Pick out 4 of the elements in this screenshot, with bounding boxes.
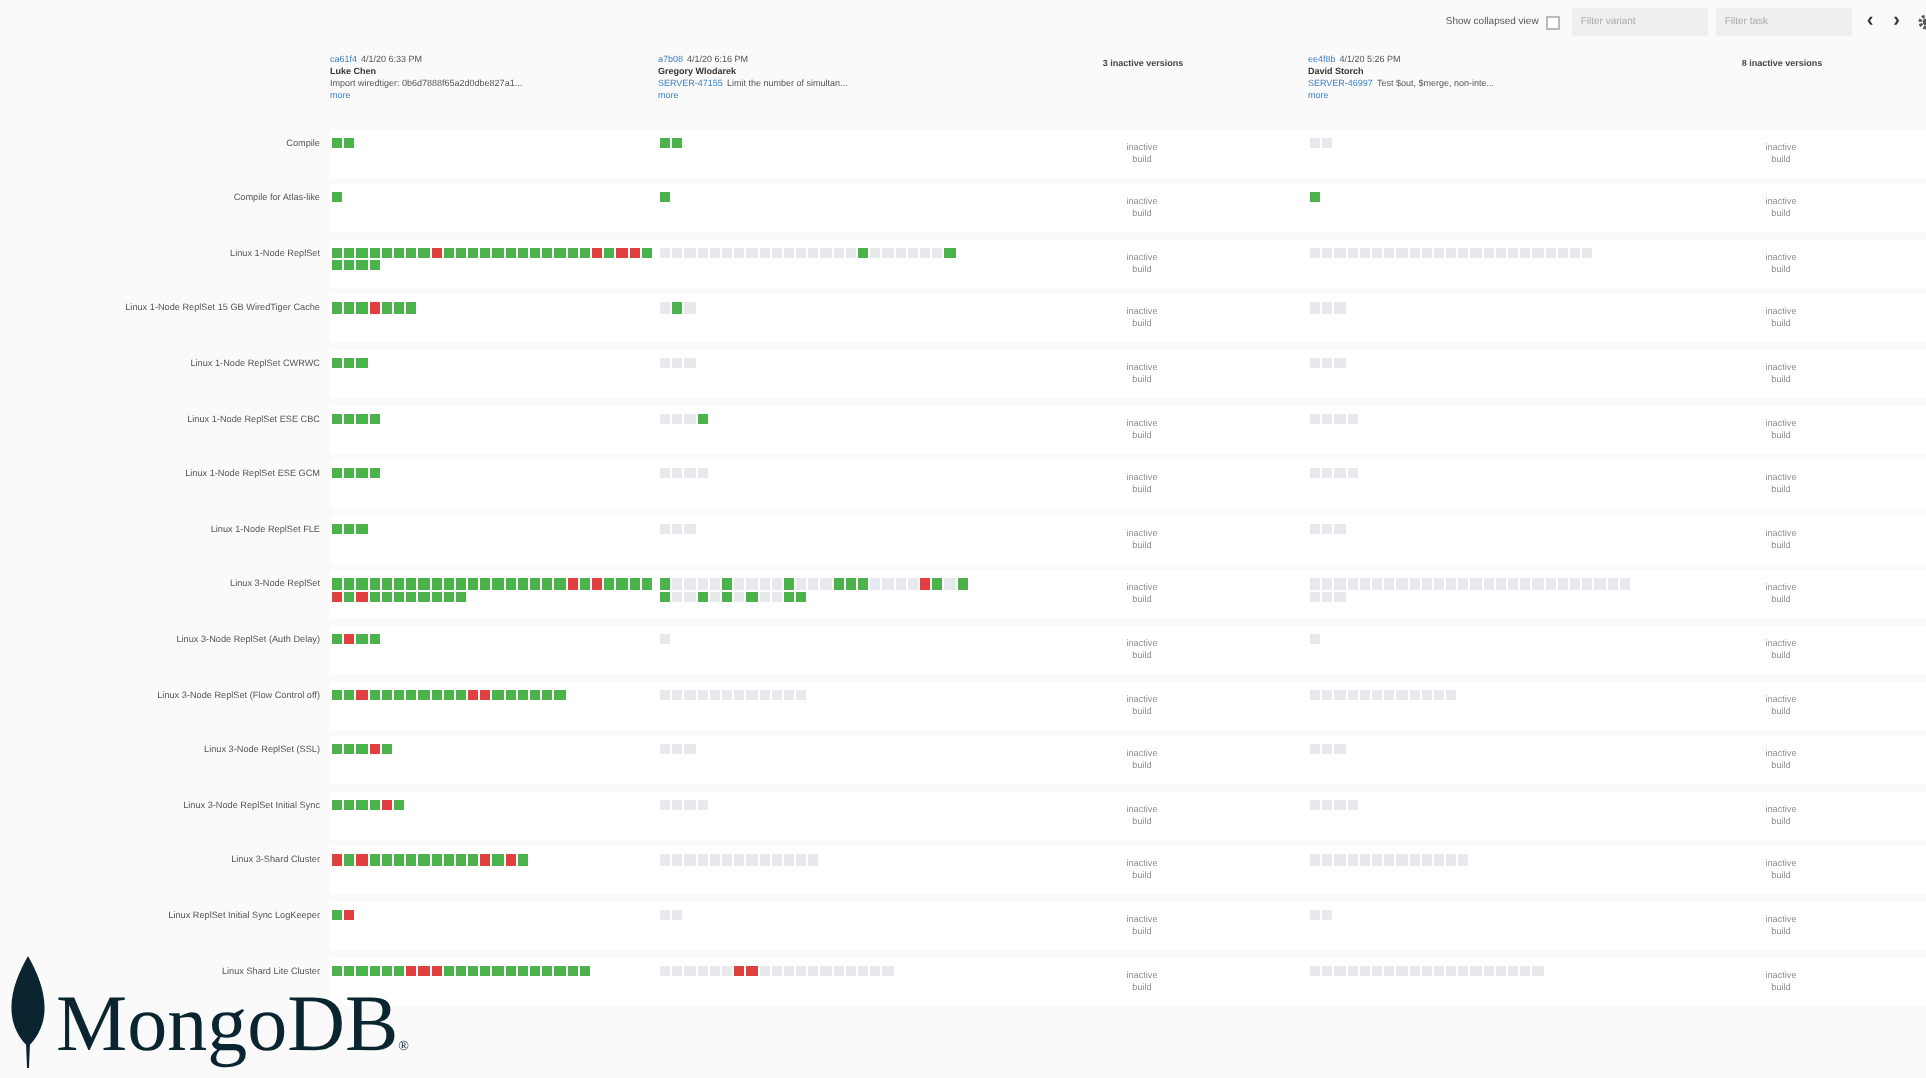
collapsed-view-checkbox[interactable]: [1546, 15, 1561, 29]
previous-button[interactable]: ‹: [1860, 10, 1880, 34]
next-button[interactable]: ›: [1887, 10, 1906, 34]
leaf-icon: [8, 956, 48, 1068]
